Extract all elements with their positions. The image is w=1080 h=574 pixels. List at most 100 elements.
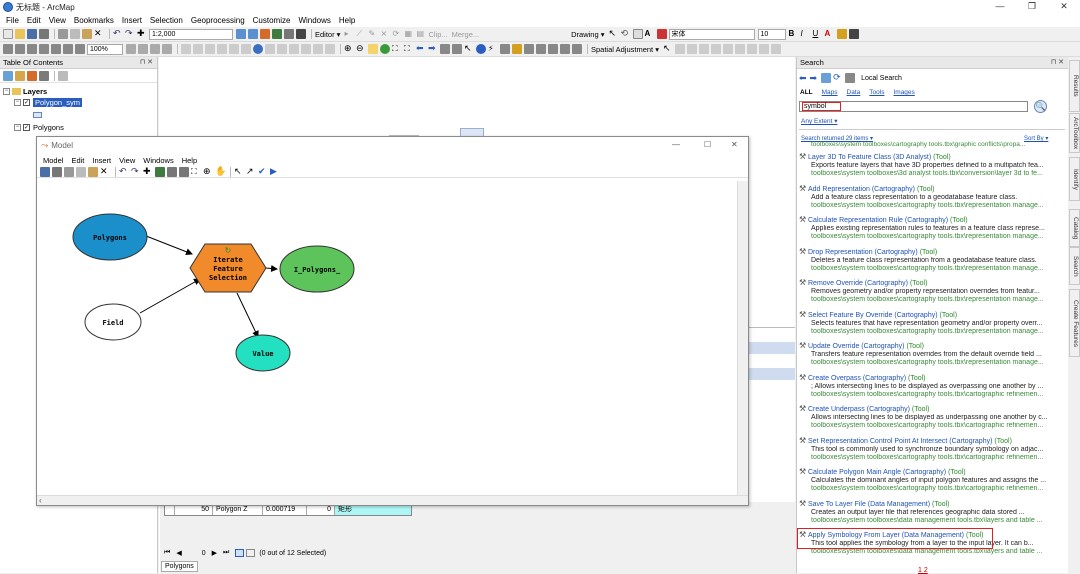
fixed-zoom-out-map-icon[interactable]: ⛶ <box>404 44 414 54</box>
collapse-icon[interactable]: − <box>14 124 21 131</box>
model-run-icon[interactable]: ▶ <box>270 166 280 177</box>
go-to-xy-icon[interactable] <box>536 44 546 54</box>
bold-button[interactable]: B <box>789 29 799 39</box>
any-extent-link[interactable]: Any Extent ▾ <box>801 117 838 125</box>
straight-segment-icon[interactable]: ⟋ <box>356 29 366 39</box>
menu-help[interactable]: Help <box>339 16 355 25</box>
result-path[interactable]: toolboxes\system toolboxes\cartography t… <box>799 296 1067 304</box>
result-name[interactable]: Layer 3D To Feature Class (3D Analyst) <box>808 154 931 161</box>
validate-topology-icon[interactable] <box>217 44 227 54</box>
view-options-icon[interactable] <box>845 73 856 83</box>
fill-color-icon[interactable] <box>656 29 667 39</box>
search-result-item[interactable]: ⚒ Select Feature By Override (Cartography… <box>799 311 1067 342</box>
georef-tool-6-icon[interactable] <box>325 44 335 54</box>
side-tab-create-features[interactable]: Create Features <box>1069 289 1080 357</box>
clear-selection-icon[interactable] <box>452 44 462 54</box>
connector-iterate-to-value[interactable] <box>236 292 259 338</box>
minimize-button[interactable]: — <box>984 0 1016 14</box>
print-icon[interactable] <box>39 29 49 39</box>
edge-match-icon[interactable] <box>770 44 781 54</box>
connector-field-to-iterate[interactable] <box>139 278 201 314</box>
menu-edit[interactable]: Edit <box>27 16 41 25</box>
model-save-icon[interactable] <box>40 166 50 177</box>
drawing-menu[interactable]: Drawing ▾ <box>571 30 604 39</box>
font-name-combo[interactable]: 宋体 <box>668 28 755 40</box>
model-menu-edit[interactable]: Edit <box>71 156 84 165</box>
view-link-table-icon[interactable] <box>746 44 757 54</box>
side-tab-identify[interactable]: Identify <box>1069 157 1080 201</box>
first-record-icon[interactable]: ⏮ <box>164 549 170 557</box>
edit-tool-icon[interactable]: ▸ <box>344 29 354 39</box>
model-auto-layout-icon[interactable] <box>155 166 165 177</box>
next-record-icon[interactable]: ▶ <box>212 549 217 557</box>
select-elements-icon[interactable]: ↖ <box>609 29 619 39</box>
model-add-data-icon[interactable]: ✚ <box>143 166 153 177</box>
fixed-zoom-out-icon[interactable] <box>51 44 61 54</box>
model-undo-icon[interactable]: ↶ <box>119 166 129 177</box>
search-result-item[interactable]: ⚒ Update Override (Cartography) (Tool) Tra… <box>799 342 1067 373</box>
new-rectangle-icon[interactable] <box>632 29 643 39</box>
list-by-drawing-order-icon[interactable] <box>3 70 13 81</box>
cut-icon[interactable] <box>58 29 68 39</box>
search-result-title[interactable]: ⚒ Create Overpass (Cartography) (Tool) <box>799 374 1067 383</box>
select-elements-map-icon[interactable]: ↖ <box>464 44 474 54</box>
result-path[interactable]: toolboxes\system toolboxes\cartography t… <box>799 359 1067 367</box>
toc-window-icon[interactable] <box>248 29 258 39</box>
result-path[interactable]: toolboxes\system toolboxes\data manageme… <box>799 548 1067 556</box>
new-identity-link-icon[interactable] <box>710 44 721 54</box>
home-icon[interactable] <box>821 73 832 83</box>
search-result-title[interactable]: ⚒ Calculate Polygon Main Angle (Cartograp… <box>799 468 1067 477</box>
menu-insert[interactable]: Insert <box>122 16 142 25</box>
model-pan-icon[interactable]: ✋ <box>215 166 226 177</box>
menu-customize[interactable]: Customize <box>253 16 291 25</box>
arctoolbox-icon[interactable] <box>284 29 294 39</box>
new-displacement-link-icon[interactable] <box>674 44 685 54</box>
polygon-sym-symbol-swatch[interactable] <box>33 112 42 118</box>
model-menu-view[interactable]: View <box>119 156 135 165</box>
georef-tool-5-icon[interactable] <box>313 44 323 54</box>
result-name[interactable]: Create Underpass (Cartography) <box>808 406 910 413</box>
model-connect-icon[interactable]: ↗ <box>246 166 256 177</box>
editor-menu[interactable]: Editor ▾ <box>315 30 340 39</box>
focus-data-frame-icon[interactable] <box>138 44 148 54</box>
fixed-zoom-in-map-icon[interactable]: ⛶ <box>392 44 402 54</box>
zoom-whole-page-icon[interactable] <box>15 44 25 54</box>
search-window-icon[interactable] <box>272 29 282 39</box>
result-path[interactable]: toolboxes\system toolboxes\data manageme… <box>799 517 1067 525</box>
new-document-icon[interactable] <box>3 29 13 39</box>
list-by-source-icon[interactable] <box>15 70 25 81</box>
search-result-item[interactable]: ⚒ Calculate Polygon Main Angle (Cartograp… <box>799 468 1067 499</box>
model-print-icon[interactable] <box>52 166 62 177</box>
georef-tool-2-icon[interactable] <box>277 44 287 54</box>
model-vertical-scrollbar[interactable] <box>737 181 748 496</box>
close-button[interactable]: ✕ <box>1048 0 1080 14</box>
filter-data[interactable]: Data <box>847 89 861 96</box>
menu-bookmarks[interactable]: Bookmarks <box>74 16 114 25</box>
refresh-icon[interactable]: ⟳ <box>833 73 843 83</box>
toc-options-icon[interactable] <box>58 70 68 81</box>
result-path[interactable]: toolboxes\system toolboxes\cartography t… <box>799 485 1067 493</box>
model-select-icon[interactable]: ↖ <box>234 166 244 177</box>
toc-pin-close[interactable]: ⊓ ✕ <box>140 57 153 69</box>
last-record-icon[interactable]: ⏭ <box>223 549 229 557</box>
search-result-title[interactable]: ⚒ Set Representation Control Point At Int… <box>799 437 1067 446</box>
copy-icon[interactable] <box>70 29 80 39</box>
editor-toolbar-icon[interactable] <box>236 29 246 39</box>
layer-name[interactable]: Polygons <box>33 123 64 132</box>
zoom-out-icon[interactable]: ⊖ <box>356 44 366 54</box>
scroll-left-icon[interactable]: ‹ <box>39 496 42 505</box>
search-result-title[interactable]: ⚒ Save To Layer File (Data Management) (T… <box>799 500 1067 509</box>
delete-icon[interactable]: ✕ <box>94 29 104 39</box>
result-path[interactable]: toolboxes\system toolboxes\cartography t… <box>799 454 1067 462</box>
fix-topology-error-icon[interactable] <box>229 44 239 54</box>
italic-button[interactable]: I <box>801 29 811 39</box>
collapse-icon[interactable]: − <box>14 99 21 106</box>
save-icon[interactable] <box>27 29 37 39</box>
side-tab-search[interactable]: Search <box>1069 247 1080 285</box>
clip-button[interactable]: Clip... <box>428 30 447 39</box>
time-slider-icon[interactable] <box>560 44 570 54</box>
result-name[interactable]: Save To Layer File (Data Management) <box>808 501 930 508</box>
maximize-button[interactable]: ❐ <box>1016 0 1048 14</box>
model-zoom-icon[interactable]: ⊕ <box>203 166 213 177</box>
search-result-item[interactable]: ⚒ Remove Override (Cartography) (Tool) Rem… <box>799 279 1067 310</box>
